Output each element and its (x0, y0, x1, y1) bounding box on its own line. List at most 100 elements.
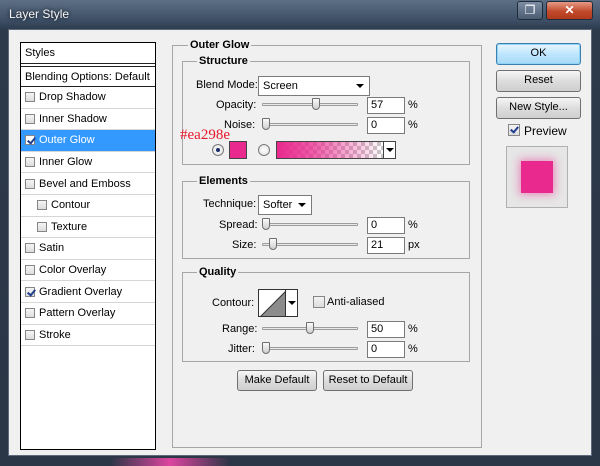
technique-select[interactable]: Softer (258, 195, 312, 215)
range-slider-thumb[interactable] (306, 322, 314, 334)
jitter-label: Jitter: (228, 343, 255, 355)
anti-aliased-checkbox[interactable] (313, 296, 325, 308)
style-item-gradient-overlay[interactable]: Gradient Overlay (21, 281, 155, 303)
blend-mode-select[interactable]: Screen (258, 76, 370, 96)
style-item-bevel-and-emboss[interactable]: Bevel and Emboss (21, 173, 155, 195)
noise-slider-track[interactable] (262, 123, 358, 126)
solid-color-radio[interactable] (212, 144, 224, 156)
spread-slider-thumb[interactable] (262, 218, 270, 230)
spread-input[interactable]: 0 (367, 217, 405, 234)
contour-label: Contour: (212, 297, 255, 309)
chevron-down-icon (356, 84, 364, 88)
style-checkbox[interactable] (25, 178, 35, 189)
technique-label: Technique: (203, 198, 257, 210)
blend-mode-value: Screen (263, 80, 298, 92)
opacity-label: Opacity: (216, 99, 257, 111)
preview-swatch (521, 161, 553, 193)
reset-to-default-button[interactable]: Reset to Default (323, 370, 413, 391)
style-checkbox[interactable] (25, 157, 35, 168)
style-item-label: Color Overlay (39, 264, 107, 277)
style-item-contour[interactable]: Contour (21, 195, 155, 217)
opacity-input[interactable]: 57 (367, 97, 405, 114)
style-checkbox[interactable] (37, 221, 47, 232)
style-checkbox[interactable] (25, 265, 35, 276)
style-checkbox[interactable] (25, 308, 35, 319)
outer-glow-title: Outer Glow (188, 39, 252, 51)
spread-label: Spread: (219, 219, 258, 231)
size-slider-thumb[interactable] (269, 238, 278, 250)
glow-gradient-bar[interactable] (276, 141, 384, 159)
elements-title: Elements (197, 175, 250, 187)
style-item-label: Drop Shadow (39, 91, 106, 104)
style-checkbox[interactable] (25, 135, 35, 146)
help-icon: ❐ (524, 3, 536, 17)
technique-value: Softer (263, 199, 293, 211)
spread-unit: % (408, 219, 418, 231)
size-input[interactable]: 21 (367, 237, 405, 254)
new-style-button[interactable]: New Style... (496, 97, 581, 119)
jitter-unit: % (408, 343, 418, 355)
style-item-pattern-overlay[interactable]: Pattern Overlay (21, 303, 155, 325)
glow-color-swatch[interactable] (229, 141, 247, 159)
style-preview (506, 146, 568, 208)
style-item-label: Inner Shadow (39, 112, 107, 125)
gradient-radio[interactable] (258, 144, 270, 156)
spread-slider-track[interactable] (262, 223, 358, 226)
style-checkbox[interactable] (37, 200, 47, 211)
style-item-label: Satin (39, 242, 65, 255)
style-item-outer-glow[interactable]: Outer Glow (21, 130, 155, 152)
jitter-slider-thumb[interactable] (262, 342, 270, 354)
range-input[interactable]: 50 (367, 321, 405, 338)
make-default-button[interactable]: Make Default (237, 370, 317, 391)
style-item-label: Inner Glow (39, 156, 93, 169)
jitter-input[interactable]: 0 (367, 341, 405, 358)
close-icon: ✕ (564, 3, 575, 17)
noise-input[interactable]: 0 (367, 117, 405, 134)
style-checkbox[interactable] (25, 286, 35, 297)
anti-aliased-label: Anti-aliased (327, 296, 385, 308)
style-item-satin[interactable]: Satin (21, 238, 155, 260)
range-unit: % (408, 323, 418, 335)
jitter-slider-track[interactable] (262, 347, 358, 350)
blending-options[interactable]: Blending Options: Default (21, 66, 155, 87)
style-item-label: Gradient Overlay (39, 285, 123, 298)
styles-header[interactable]: Styles (21, 43, 155, 64)
style-item-label: Bevel and Emboss (39, 177, 131, 190)
color-hex-annotation: #ea298e (180, 127, 230, 143)
close-button[interactable]: ✕ (546, 1, 593, 20)
style-item-inner-shadow[interactable]: Inner Shadow (21, 109, 155, 131)
chevron-down-icon (298, 203, 306, 207)
contour-dropdown[interactable] (286, 289, 298, 317)
style-checkbox[interactable] (25, 113, 35, 124)
help-button[interactable]: ❐ (517, 1, 543, 20)
window-title: Layer Style (9, 7, 70, 21)
style-item-inner-glow[interactable]: Inner Glow (21, 152, 155, 174)
style-item-label: Pattern Overlay (39, 307, 116, 320)
size-label: Size: (232, 239, 257, 251)
contour-preview[interactable] (258, 289, 286, 317)
style-item-label: Texture (51, 220, 88, 233)
contour-curve-icon (260, 291, 285, 316)
structure-title: Structure (197, 55, 250, 67)
styles-list: Styles Blending Options: Default Drop Sh… (20, 42, 156, 450)
style-item-stroke[interactable]: Stroke (21, 325, 155, 347)
opacity-slider-track[interactable] (262, 103, 358, 106)
preview-label: Preview (524, 124, 567, 138)
style-checkbox[interactable] (25, 329, 35, 340)
reset-button[interactable]: Reset (496, 70, 581, 92)
blend-mode-label: Blend Mode: (196, 79, 258, 91)
preview-checkbox[interactable] (508, 124, 520, 136)
style-checkbox[interactable] (25, 92, 35, 103)
style-item-label: Outer Glow (39, 134, 95, 147)
style-item-color-overlay[interactable]: Color Overlay (21, 260, 155, 282)
range-label: Range: (222, 323, 258, 335)
style-checkbox[interactable] (25, 243, 35, 254)
gradient-picker-dropdown[interactable] (384, 141, 396, 159)
style-item-texture[interactable]: Texture (21, 217, 155, 239)
ok-button[interactable]: OK (496, 43, 581, 65)
style-item-label: Stroke (39, 328, 71, 341)
noise-slider-thumb[interactable] (262, 118, 270, 130)
opacity-slider-thumb[interactable] (312, 98, 321, 110)
style-item-drop-shadow[interactable]: Drop Shadow (21, 87, 155, 109)
opacity-unit: % (408, 99, 418, 111)
